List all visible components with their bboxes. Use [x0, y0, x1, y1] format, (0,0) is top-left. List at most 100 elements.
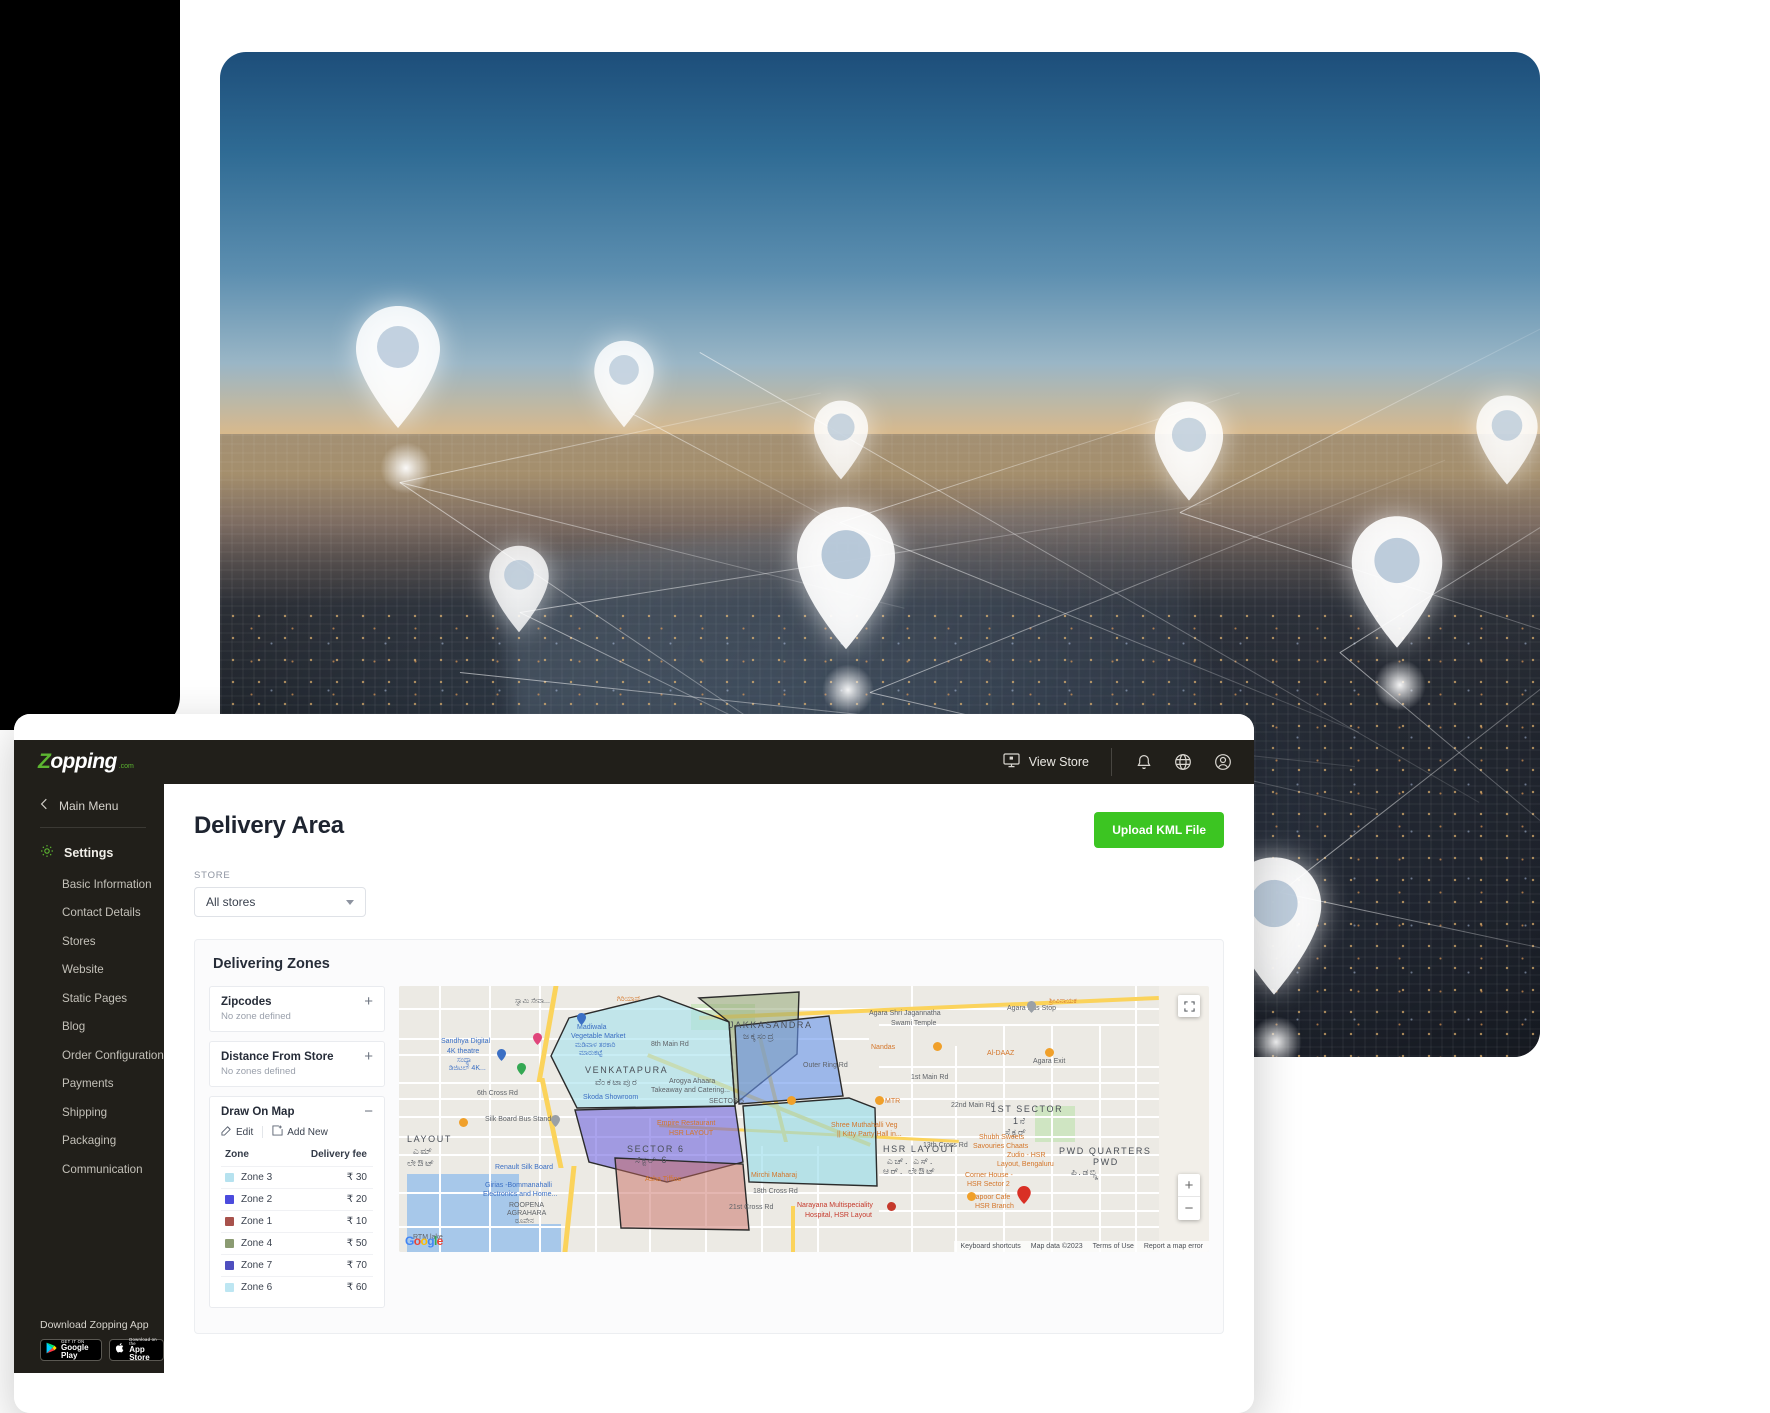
map-label: 21st Cross Rd: [729, 1204, 774, 1211]
zipcodes-expand-button[interactable]: +: [364, 994, 373, 1009]
terms-of-use-link[interactable]: Terms of Use: [1093, 1243, 1134, 1250]
google-play-badge[interactable]: GET IT ON Google Play: [40, 1339, 103, 1361]
map-fullscreen-button[interactable]: [1178, 995, 1200, 1017]
map-label: Renault Silk Board: [495, 1164, 553, 1171]
map-label: Shree Muthahalli Veg: [831, 1122, 898, 1129]
zone-color-swatch: [225, 1217, 234, 1226]
globe-icon[interactable]: [1174, 753, 1192, 771]
apple-icon: [115, 1341, 125, 1359]
sidebar-item-packaging[interactable]: Packaging: [14, 1127, 164, 1155]
map-label: Skoda Showroom: [583, 1094, 639, 1101]
app-store-badge[interactable]: Download on the App Store: [109, 1337, 164, 1362]
zone-card-title: Distance From Store: [221, 1051, 334, 1063]
map-label: Narayana Multispeciality: [797, 1202, 873, 1209]
keyboard-shortcuts-link[interactable]: Keyboard shortcuts: [960, 1243, 1020, 1250]
map-zoom-out-button[interactable]: −: [1178, 1197, 1200, 1220]
map-label: Madiwala: [577, 1024, 607, 1031]
zone-card-header: Draw On Map −: [221, 1104, 373, 1119]
pin-glow: [820, 662, 876, 718]
window-bottom-padding: [14, 1373, 1254, 1413]
map-label: MTR: [885, 1098, 901, 1105]
sidebar-item-order-configuration[interactable]: Order Configuration: [14, 1042, 164, 1070]
map-label: VENKATAPURA: [585, 1065, 669, 1075]
map-poi-marker: [517, 1062, 526, 1075]
zone-color-swatch: [225, 1173, 234, 1182]
zone-table-header: Zone Delivery fee: [221, 1149, 373, 1166]
report-map-error-link[interactable]: Report a map error: [1144, 1243, 1203, 1250]
zone-color-swatch: [225, 1261, 234, 1270]
logo-suffix: .com: [118, 763, 134, 770]
zone-delivery-fee: ₹ 20: [346, 1194, 367, 1205]
map-label: LAYOUT: [407, 1134, 452, 1144]
sidebar-item-contact-details[interactable]: Contact Details: [14, 899, 164, 927]
sidebar-item-communication[interactable]: Communication: [14, 1156, 164, 1184]
zone-name: Zone 1: [241, 1216, 273, 1227]
chevron-left-icon: [40, 798, 48, 813]
map-label: HSR LAYOUT: [669, 1130, 714, 1137]
bell-icon[interactable]: [1136, 754, 1152, 771]
app-topbar: Zopping .com View Store: [14, 740, 1254, 784]
edit-pencil-icon: [221, 1125, 232, 1139]
store-select-value: All stores: [206, 895, 256, 909]
map-label: 13th Cross Rd: [923, 1142, 968, 1149]
view-store-button[interactable]: View Store: [981, 748, 1112, 776]
sidebar-item-static-pages[interactable]: Static Pages: [14, 985, 164, 1013]
zone-table-row[interactable]: Zone 3 ₹ 30: [221, 1166, 373, 1188]
map-label: ಜಕ್ಕಸಂದ್ರ: [743, 1031, 776, 1041]
sidebar-item-label: Website: [62, 963, 104, 977]
sidebar-item-basic-information[interactable]: Basic Information: [14, 871, 164, 899]
window-top-padding: [14, 714, 1254, 740]
map-poi-marker: [577, 1012, 586, 1025]
zone-table-row[interactable]: Zone 1 ₹ 10: [221, 1210, 373, 1232]
map-label: Layout, Bengaluru: [997, 1161, 1054, 1168]
map-zoom-in-button[interactable]: +: [1178, 1174, 1200, 1197]
sidebar-item-shipping[interactable]: Shipping: [14, 1099, 164, 1127]
zone-delivery-fee: ₹ 10: [346, 1216, 367, 1227]
map-label: Sandhya Digital: [441, 1038, 491, 1045]
sidebar-item-blog[interactable]: Blog: [14, 1013, 164, 1041]
map-pin-icon: [1472, 392, 1540, 488]
sidebar-item-label: Payments: [62, 1077, 114, 1091]
edit-zones-button[interactable]: Edit: [221, 1125, 253, 1139]
sidebar-main-menu[interactable]: Main Menu: [14, 784, 164, 827]
sidebar-items: Basic Information Contact Details Stores…: [14, 871, 164, 1184]
map-label: HSR Sector 2: [967, 1181, 1010, 1188]
map-pin-icon: [590, 337, 658, 431]
map-poi-dot: [875, 1096, 884, 1105]
zone-table-row[interactable]: Zone 6 ₹ 60: [221, 1276, 373, 1298]
zone-name: Zone 2: [241, 1194, 273, 1205]
sidebar-settings-label: Settings: [64, 845, 114, 860]
zone-table-row[interactable]: Zone 4 ₹ 50: [221, 1232, 373, 1254]
store-select[interactable]: All stores: [194, 887, 366, 917]
sidebar-item-stores[interactable]: Stores: [14, 928, 164, 956]
sidebar-download-section: Download Zopping App GET IT ON Google Pl…: [14, 1319, 164, 1362]
zopping-logo[interactable]: Zopping .com: [38, 750, 134, 774]
sidebar-item-label: Stores: [62, 934, 96, 948]
zone-table-row[interactable]: Zone 7 ₹ 70: [221, 1254, 373, 1276]
distance-expand-button[interactable]: +: [364, 1049, 373, 1064]
sidebar-item-label: Basic Information: [62, 878, 152, 891]
account-icon[interactable]: [1214, 753, 1232, 771]
zone-methods-panel: Zipcodes + No zone defined Distance From…: [209, 986, 385, 1317]
upload-kml-file-button[interactable]: Upload KML File: [1094, 812, 1224, 848]
map-label: ಡಿಜಿಟಲ್ 4K...: [449, 1065, 486, 1072]
sidebar-item-payments[interactable]: Payments: [14, 1070, 164, 1098]
zone-delivery-fee: ₹ 50: [346, 1238, 367, 1249]
map-label: 6th Cross Rd: [477, 1090, 518, 1097]
map-poi-marker: [533, 1032, 542, 1045]
map-label: Takeaway and Catering...: [651, 1087, 730, 1094]
zone-name: Zone 3: [241, 1172, 273, 1183]
draw-on-map-collapse-button[interactable]: −: [364, 1104, 373, 1119]
zone-card-title: Zipcodes: [221, 996, 272, 1008]
map-label: Empire Restaurant: [657, 1120, 716, 1127]
google-map[interactable]: Sandhya Digital 4K theatre ಸಂಧ್ಯಾ ಡಿಜಿಟಲ್ 4…: [399, 986, 1209, 1252]
zone-color-swatch: [225, 1195, 234, 1204]
map-label: ರೂಪೇನ: [515, 1218, 534, 1225]
add-new-zone-button[interactable]: Add New: [272, 1125, 328, 1139]
sidebar-item-settings[interactable]: Settings: [14, 828, 164, 871]
google-logo: Google: [405, 1234, 443, 1248]
sidebar-item-website[interactable]: Website: [14, 956, 164, 984]
zone-polygon-zone-1[interactable]: [614, 1157, 750, 1231]
map-zoom-controls: + −: [1178, 1174, 1200, 1220]
zone-table-row[interactable]: Zone 2 ₹ 20: [221, 1188, 373, 1210]
